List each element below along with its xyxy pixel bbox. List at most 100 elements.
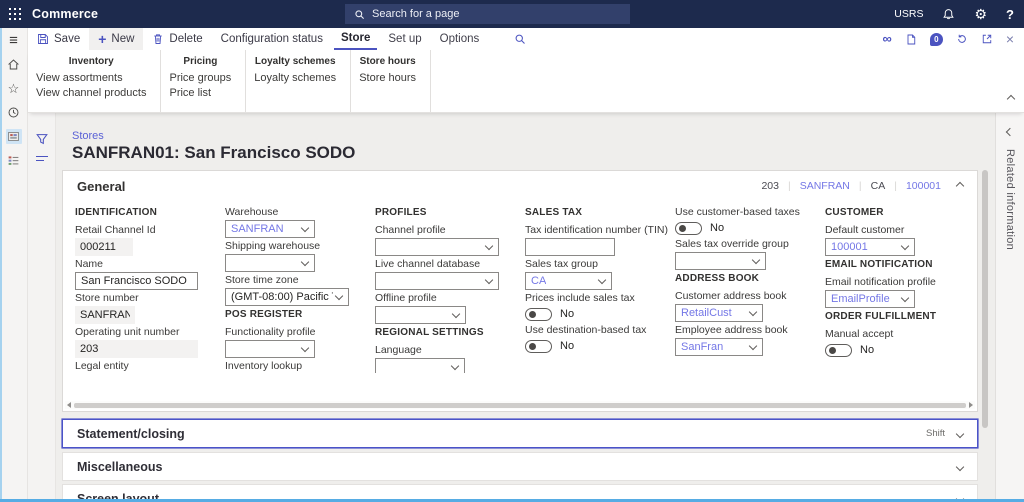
combo-sales-tax-group[interactable]: CA: [525, 272, 612, 290]
group-header-order-fulfillment: ORDER FULFILLMENT: [825, 311, 975, 322]
combo-sales-tax-override-group[interactable]: [675, 252, 766, 270]
field-customer-address-book: Customer address bookRetailCust: [675, 291, 825, 322]
window-edge-left: [0, 28, 2, 502]
field-label: Offline profile: [375, 293, 525, 304]
combo-offline-profile[interactable]: [375, 306, 466, 324]
combo-channel-profile[interactable]: [375, 238, 499, 256]
app-launcher-waffle-icon[interactable]: [9, 8, 21, 20]
combo-employee-address-book[interactable]: SanFran: [675, 338, 763, 356]
ribbon-item-store-hours[interactable]: Store hours: [359, 72, 416, 84]
scrollbar-thumb[interactable]: [74, 403, 966, 408]
pos-register-page-icon[interactable]: [6, 129, 22, 144]
attachments-badge-icon[interactable]: 0: [930, 33, 943, 46]
tab-set-up[interactable]: Set up: [381, 28, 428, 50]
chevron-down-icon: [901, 294, 909, 302]
combo-warehouse[interactable]: SANFRAN: [225, 220, 315, 238]
section-statement-closing[interactable]: Statement/closing Shift: [62, 419, 978, 448]
field-label: Operating unit number: [75, 327, 225, 338]
toggle-value: No: [860, 344, 874, 356]
filter-funnel-icon[interactable]: [35, 132, 49, 146]
summary-default-customer[interactable]: 100001: [906, 180, 941, 192]
configuration-status-button[interactable]: Configuration status: [212, 28, 332, 50]
trash-icon: [152, 33, 164, 45]
ribbon-item-price-list[interactable]: Price list: [169, 87, 231, 99]
ribbon-item-price-groups[interactable]: Price groups: [169, 72, 231, 84]
refresh-icon[interactable]: [956, 33, 968, 45]
field-label: Manual accept: [825, 329, 975, 340]
show-list-icon[interactable]: [36, 156, 48, 164]
scroll-left-arrow-icon[interactable]: [67, 402, 71, 408]
input-name[interactable]: San Francisco SODO: [75, 272, 198, 290]
plus-icon: +: [98, 33, 106, 45]
delete-button[interactable]: Delete: [143, 28, 211, 50]
horizontal-scrollbar[interactable]: [65, 401, 975, 409]
section-miscellaneous[interactable]: Miscellaneous: [62, 452, 978, 481]
expand-panel-chevron-icon[interactable]: [1006, 128, 1014, 136]
scroll-right-arrow-icon[interactable]: [969, 402, 973, 408]
open-in-new-window-icon[interactable]: [981, 33, 993, 45]
favorites-star-icon[interactable]: ☆: [6, 81, 22, 96]
field-value: 100001: [831, 241, 868, 253]
input-tax-identification-number-tin[interactable]: [525, 238, 615, 256]
combo-email-notification-profile[interactable]: EmailProfile: [825, 290, 915, 308]
field-sales-tax-override-group: Sales tax override group: [675, 239, 825, 270]
settings-gear-icon[interactable]: ⚙: [974, 7, 987, 21]
vertical-scrollbar-thumb[interactable]: [982, 170, 988, 428]
ribbon-item-view-channel-products[interactable]: View channel products: [36, 87, 146, 99]
recent-clock-icon[interactable]: [6, 105, 22, 120]
field-use-destination-based-tax: Use destination-based taxNo: [525, 325, 675, 354]
document-page-icon[interactable]: [905, 33, 917, 46]
workspaces-list-icon[interactable]: [6, 153, 22, 168]
field-operating-unit-number: Operating unit number203: [75, 327, 225, 358]
expand-section-chevron-icon[interactable]: [956, 462, 964, 470]
toggle-prices-include-sales-tax[interactable]: [525, 308, 552, 321]
ribbon-item-view-assortments[interactable]: View assortments: [36, 72, 146, 84]
field-value: 000211: [80, 241, 116, 253]
breadcrumb[interactable]: Stores: [72, 130, 104, 142]
chevron-down-icon: [598, 276, 606, 284]
expand-section-chevron-icon[interactable]: [956, 429, 964, 437]
toggle-use-destination-based-tax[interactable]: [525, 340, 552, 353]
field-label: Name: [75, 259, 225, 270]
field-use-customer-based-taxes: Use customer-based taxesNo: [675, 207, 825, 236]
help-icon[interactable]: ?: [1006, 7, 1014, 22]
toggle-use-customer-based-taxes[interactable]: [675, 222, 702, 235]
combo-shipping-warehouse[interactable]: [225, 254, 315, 272]
chevron-down-icon: [749, 342, 757, 350]
summary-warehouse[interactable]: SANFRAN: [800, 180, 850, 192]
related-information-panel[interactable]: Related information: [995, 113, 1024, 499]
tab-store[interactable]: Store: [334, 28, 377, 50]
save-button[interactable]: Save: [28, 28, 89, 50]
combo-functionality-profile[interactable]: [225, 340, 315, 358]
user-account-button[interactable]: USRS: [894, 8, 923, 20]
ribbon-group-inventory: Inventory View assortments View channel …: [28, 50, 161, 112]
ribbon-item-loyalty-schemes[interactable]: Loyalty schemes: [254, 72, 336, 84]
field-value: RetailCust: [681, 307, 732, 319]
field-retail-channel-id: Retail Channel Id000211: [75, 225, 225, 256]
chevron-down-icon: [452, 310, 460, 318]
nav-menu-hamburger-icon[interactable]: ≡: [6, 33, 22, 48]
collapse-action-pane-chevron-icon[interactable]: [1008, 89, 1014, 107]
combo-language[interactable]: [375, 358, 465, 373]
general-card-header[interactable]: General 203 | SANFRAN | CA | 100001: [63, 171, 977, 201]
collapse-section-chevron-icon[interactable]: [956, 182, 964, 190]
home-icon[interactable]: [6, 57, 22, 72]
action-search-icon[interactable]: [514, 28, 526, 50]
notifications-bell-icon[interactable]: [942, 8, 955, 21]
view-glasses-icon[interactable]: ∞: [883, 34, 892, 44]
combo-default-customer[interactable]: 100001: [825, 238, 915, 256]
combo-live-channel-database[interactable]: [375, 272, 499, 290]
action-bar: Save + New Delete Configuration status S…: [28, 28, 1024, 50]
page-search-box[interactable]: Search for a page: [345, 4, 630, 24]
field-value: CA: [531, 275, 546, 287]
close-icon[interactable]: ×: [1006, 33, 1014, 45]
field-live-channel-database: Live channel database: [375, 259, 525, 290]
new-button[interactable]: + New: [89, 28, 143, 50]
field-prices-include-sales-tax: Prices include sales taxNo: [525, 293, 675, 322]
toggle-manual-accept[interactable]: [825, 344, 852, 357]
top-header: Commerce Search for a page USRS ⚙ ?: [0, 0, 1024, 28]
combo-store-time-zone[interactable]: (GMT-08:00) Pacific Time (US ...: [225, 288, 349, 306]
tab-options[interactable]: Options: [433, 28, 487, 50]
combo-customer-address-book[interactable]: RetailCust: [675, 304, 763, 322]
field-legal-entity: Legal entityusrs: [75, 361, 225, 373]
